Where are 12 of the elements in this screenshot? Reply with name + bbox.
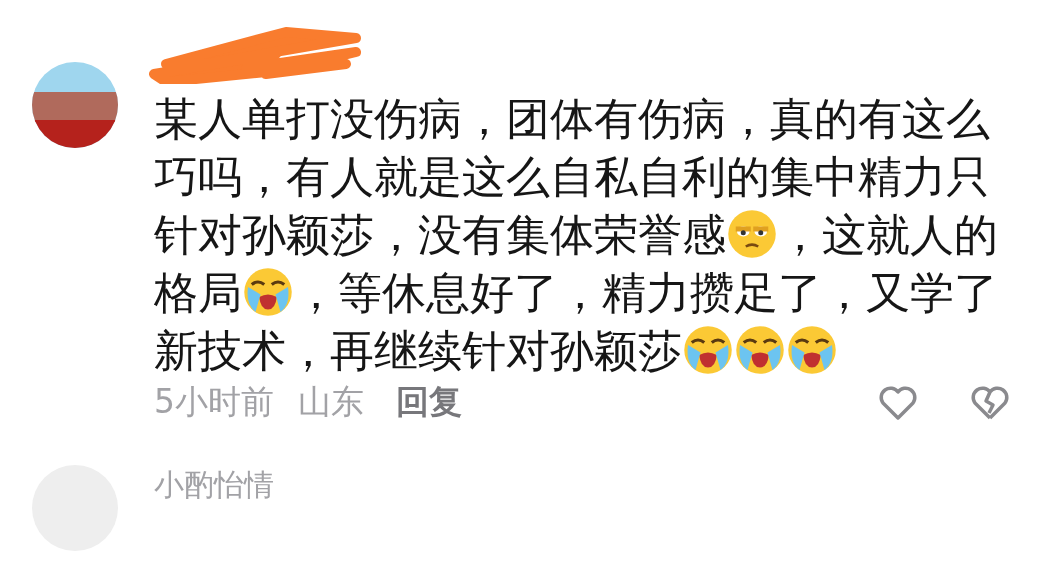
time-label: 5小时前 <box>154 381 274 423</box>
username[interactable]: 小酌怡情 <box>154 465 274 506</box>
eye-roll-emoji-icon <box>727 209 777 259</box>
crying-emoji-icon <box>735 325 785 375</box>
crying-emoji-icon <box>787 325 837 375</box>
location-label: 山东 <box>298 381 364 423</box>
crying-emoji-icon <box>243 267 293 317</box>
crying-emoji-icon <box>683 325 733 375</box>
dislike-broken-heart-icon[interactable] <box>970 384 1010 421</box>
like-heart-icon[interactable] <box>878 384 918 421</box>
comment-text: 某人单打没伤病，团体有伤病，真的有这么巧吗，有人就是这么自私自利的集中精力只针对孙颖莎，没有集体荣誉感 ，这就人的格局 ，等休息好了，精力攒足了，又学了新技术，再继续针对孙颖莎 <box>154 92 999 378</box>
reply-button[interactable]: 回复 <box>396 380 462 425</box>
